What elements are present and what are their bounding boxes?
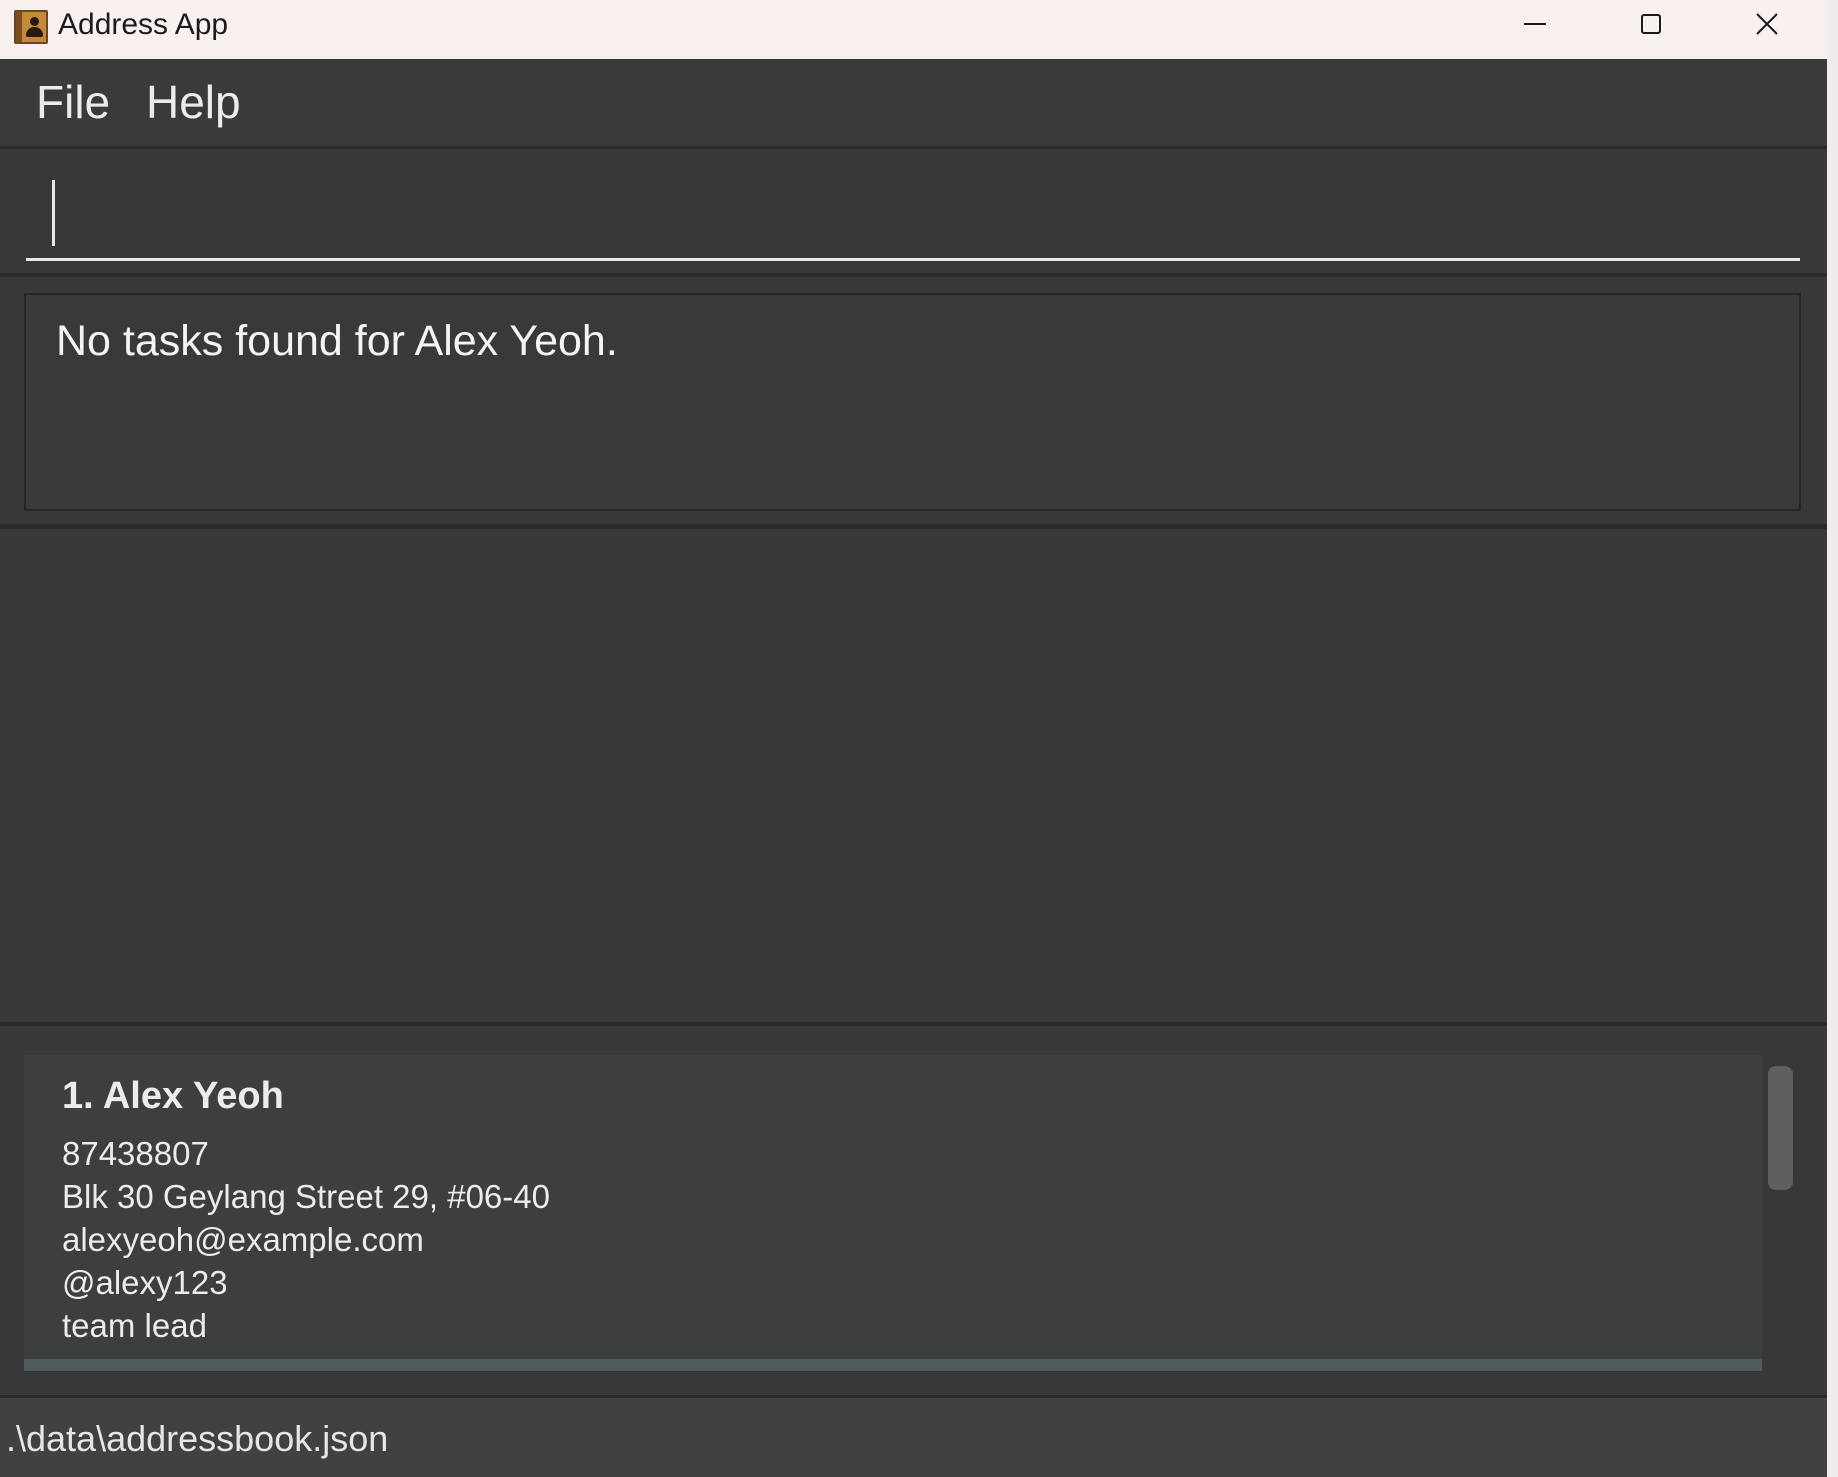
address-app-window: Address App File Help No tasks found for… (0, 0, 1827, 1477)
command-box-panel (0, 149, 1827, 277)
menu-file[interactable]: File (36, 75, 110, 129)
window-title: Address App (58, 8, 229, 41)
person-name: 1. Alex Yeoh (62, 1075, 284, 1117)
person-email: alexyeoh@example.com (62, 1221, 424, 1258)
person-role-tag: team lead (62, 1307, 207, 1344)
horizontal-scrollbar[interactable] (24, 1359, 1762, 1371)
result-display-box[interactable]: No tasks found for Alex Yeoh. (24, 293, 1801, 511)
maximize-button[interactable] (1594, 0, 1709, 50)
address-book-icon (14, 10, 48, 44)
person-phone: 87438807 (62, 1135, 209, 1172)
close-icon (1756, 13, 1778, 35)
minimize-icon (1524, 23, 1546, 25)
result-message: No tasks found for Alex Yeoh. (56, 317, 618, 365)
command-input[interactable] (26, 169, 1800, 261)
minimize-button[interactable] (1478, 0, 1593, 50)
person-handle: @alexy123 (62, 1264, 228, 1301)
task-list-panel (0, 529, 1827, 1026)
close-button[interactable] (1710, 0, 1825, 50)
person-list-panel[interactable]: 1. Alex Yeoh 87438807 Blk 30 Geylang Str… (0, 1026, 1827, 1398)
status-file-path: .\data\addressbook.json (6, 1418, 389, 1459)
menu-help[interactable]: Help (146, 75, 241, 129)
result-display-panel: No tasks found for Alex Yeoh. (0, 277, 1827, 529)
person-address: Blk 30 Geylang Street 29, #06-40 (62, 1178, 550, 1215)
title-bar[interactable]: Address App (0, 0, 1827, 59)
menu-bar: File Help (0, 59, 1827, 149)
text-caret (52, 180, 55, 246)
window-edge (1827, 0, 1838, 1477)
status-bar: .\data\addressbook.json (0, 1398, 1827, 1477)
person-card[interactable]: 1. Alex Yeoh 87438807 Blk 30 Geylang Str… (24, 1055, 1762, 1371)
vertical-scrollbar-thumb[interactable] (1768, 1066, 1793, 1190)
maximize-icon (1641, 14, 1661, 34)
